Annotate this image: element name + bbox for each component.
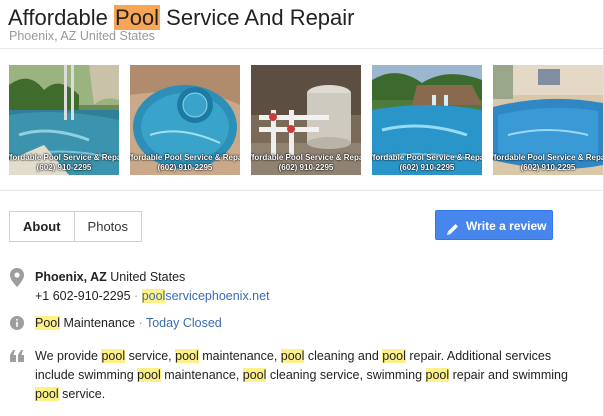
keyword-highlight: pool — [137, 368, 161, 382]
category-line: Pool Maintenance · Today Closed — [35, 316, 222, 330]
website-link[interactable]: poolservicephoenix.net — [141, 289, 270, 303]
keyword-highlight: pool — [425, 368, 450, 382]
business-name: Affordable Pool Service And Repair — [8, 5, 355, 30]
photo-watermark: Affordable Pool Service & Repair(602) 91… — [130, 153, 240, 172]
hours-link[interactable]: Today Closed — [146, 316, 222, 330]
phone-number[interactable]: +1 602-910-2295 — [35, 289, 131, 303]
write-review-button[interactable]: Write a review — [435, 210, 553, 240]
description-text: service, — [125, 349, 176, 363]
business-description: We provide pool service, pool maintenanc… — [35, 347, 575, 404]
keyword-highlight: pool — [35, 387, 59, 401]
contact-line: +1 602-910-2295 · poolservicephoenix.net — [35, 289, 270, 303]
keyword-highlight: pool — [101, 349, 126, 363]
pencil-icon — [445, 218, 460, 248]
photo-strip: Affordable Pool Service & Repair(602) 91… — [9, 65, 604, 175]
map-pin-icon — [10, 268, 24, 292]
description-text: service. — [58, 387, 106, 401]
info-icon — [10, 316, 24, 335]
search-highlight: Pool — [114, 5, 161, 30]
equipment-photo[interactable]: Affordable Pool Service & Repair(602) 91… — [251, 65, 361, 175]
divider — [0, 48, 604, 49]
write-review-label: Write a review — [466, 219, 547, 233]
keyword-highlight: pool — [280, 349, 305, 363]
quote-icon — [10, 349, 24, 367]
keyword-highlight: pool — [175, 349, 199, 363]
keyword-highlight: pool — [382, 349, 406, 363]
photo-watermark: Affordable Pool Service & Repair(602) 91… — [9, 153, 119, 172]
description-text: cleaning service, swimming — [266, 368, 426, 382]
tab-photos[interactable]: Photos — [73, 211, 143, 242]
pool-photo[interactable]: Affordable Pool Service & Repair(602) 91… — [372, 65, 482, 175]
description-text: cleaning and — [304, 349, 383, 363]
photo-watermark: Affordable Pool Service & Repair(602) 91… — [251, 153, 361, 172]
tab-about[interactable]: About — [9, 211, 74, 242]
keyword-highlight: pool — [242, 368, 267, 382]
pool-photo[interactable]: Affordable Pool Service & Repair(602) 91… — [9, 65, 119, 175]
business-location: Phoenix, AZ United States — [9, 29, 155, 43]
description-text: We provide — [35, 349, 102, 363]
description-text: maintenance, — [160, 368, 243, 382]
pool-photo[interactable]: Affordable Pool Service & Repair(602) 91… — [130, 65, 240, 175]
description-text: repair and swimming — [449, 368, 568, 382]
address-line: Phoenix, AZ United States — [35, 270, 186, 284]
photo-watermark: Affordable Pool Service & Repair(602) 91… — [372, 153, 482, 172]
photo-watermark: Affordable Pool Service & Repair(602) 91… — [493, 153, 603, 172]
divider — [0, 190, 604, 191]
description-text: maintenance, — [198, 349, 281, 363]
pool-photo[interactable]: Affordable Pool Service & Repair(602) 91… — [493, 65, 603, 175]
tab-bar: About Photos — [9, 211, 143, 242]
